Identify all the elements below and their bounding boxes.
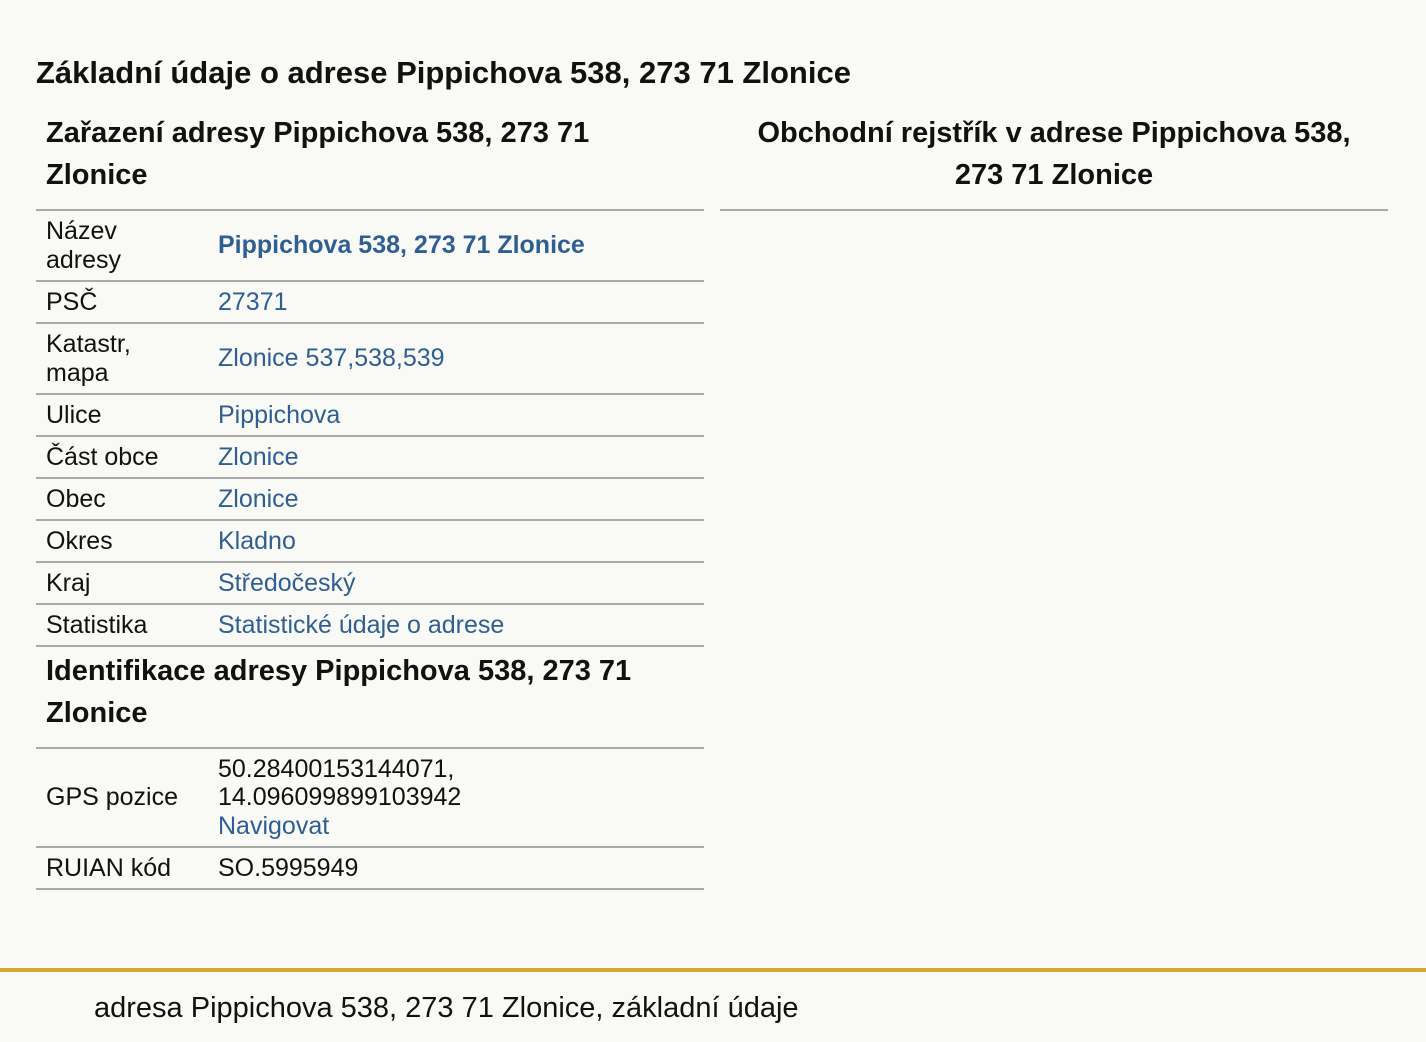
identification-heading: Identifikace adresy Pippichova 538, 273 …	[36, 650, 704, 749]
table-row: GPS pozice 50.28400153144071, 14.0960998…	[36, 749, 704, 848]
footer-divider	[0, 968, 1426, 972]
page: Základní údaje o adrese Pippichova 538, …	[0, 0, 1426, 1042]
row-label: Okres	[36, 520, 208, 563]
ruian-label: RUIAN kód	[36, 847, 208, 890]
table-row: Kraj Středočeský	[36, 562, 704, 605]
municipality-link[interactable]: Zlonice	[218, 485, 299, 513]
ruian-value: SO.5995949	[208, 847, 704, 890]
row-label: Část obce	[36, 436, 208, 479]
town-part-link[interactable]: Zlonice	[218, 443, 299, 471]
district-link[interactable]: Kladno	[218, 527, 296, 555]
classification-heading: Zařazení adresy Pippichova 538, 273 71 Z…	[36, 112, 704, 211]
row-label: Katastr, mapa	[36, 323, 208, 395]
footer-text: adresa Pippichova 538, 273 71 Zlonice, z…	[94, 992, 799, 1024]
region-link[interactable]: Středočeský	[218, 569, 356, 597]
identification-table: GPS pozice 50.28400153144071, 14.0960998…	[36, 749, 704, 890]
address-name-link[interactable]: Pippichova 538, 273 71 Zlonice	[218, 231, 585, 259]
table-row: PSČ 27371	[36, 281, 704, 324]
row-label: Název adresy	[36, 211, 208, 282]
address-classification-section: Zařazení adresy Pippichova 538, 273 71 Z…	[36, 112, 704, 890]
row-label: Statistika	[36, 604, 208, 647]
row-label: Obec	[36, 478, 208, 521]
page-title: Základní údaje o adrese Pippichova 538, …	[36, 55, 851, 90]
row-label: Ulice	[36, 394, 208, 437]
table-row: Okres Kladno	[36, 520, 704, 563]
table-row: Obec Zlonice	[36, 478, 704, 521]
row-label: PSČ	[36, 281, 208, 324]
gps-longitude: 14.096099899103942	[218, 783, 462, 812]
navigate-link[interactable]: Navigovat	[218, 812, 329, 840]
statistics-link[interactable]: Statistické údaje o adrese	[218, 611, 504, 639]
table-row: Katastr, mapa Zlonice 537,538,539	[36, 323, 704, 395]
business-register-section: Obchodní rejstřík v adrese Pippichova 53…	[720, 112, 1388, 211]
table-row: Název adresy Pippichova 538, 273 71 Zlon…	[36, 211, 704, 282]
street-link[interactable]: Pippichova	[218, 401, 340, 429]
table-row: Ulice Pippichova	[36, 394, 704, 437]
row-label: Kraj	[36, 562, 208, 605]
table-row: Část obce Zlonice	[36, 436, 704, 479]
cadastre-map-link[interactable]: Zlonice 537,538,539	[218, 344, 445, 372]
table-row: RUIAN kód SO.5995949	[36, 847, 704, 890]
business-register-heading: Obchodní rejstřík v adrese Pippichova 53…	[720, 112, 1388, 211]
gps-latitude: 50.28400153144071,	[218, 754, 455, 783]
gps-value: 50.28400153144071, 14.096099899103942 Na…	[208, 749, 704, 848]
table-row: Statistika Statistické údaje o adrese	[36, 604, 704, 647]
gps-label: GPS pozice	[36, 749, 208, 848]
postal-code-link[interactable]: 27371	[218, 288, 288, 316]
classification-table: Název adresy Pippichova 538, 273 71 Zlon…	[36, 211, 704, 647]
